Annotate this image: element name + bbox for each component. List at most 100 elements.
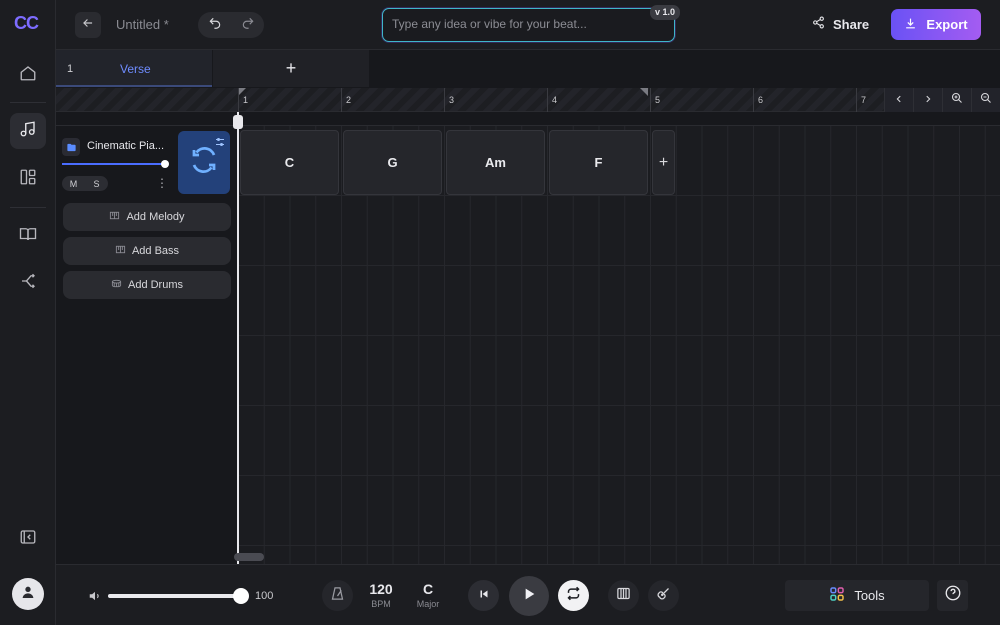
master-volume-handle[interactable] xyxy=(233,588,249,604)
collapse-icon xyxy=(19,528,37,551)
scroll-left-button[interactable] xyxy=(884,88,913,112)
mute-solo-group: M S xyxy=(62,176,108,191)
track-volume-slider[interactable] xyxy=(62,163,166,165)
undo-icon xyxy=(208,16,222,35)
undo-button[interactable] xyxy=(198,12,231,38)
add-chord-button[interactable]: + xyxy=(652,130,675,195)
timeline-ruler[interactable]: 1 2 3 4 5 6 7 xyxy=(56,88,1000,112)
guitar-button[interactable] xyxy=(648,580,679,611)
key-display[interactable]: C Major xyxy=(410,581,446,609)
bar-number: 7 xyxy=(861,95,867,105)
share-label: Share xyxy=(833,16,870,32)
bar-number: 3 xyxy=(449,95,455,105)
top-bar: Untitled * v 1.0 Share xyxy=(56,0,1000,50)
key-label: Major xyxy=(416,599,440,609)
zoom-out-icon xyxy=(980,91,992,109)
bar-marker: 4 xyxy=(547,88,557,112)
tools-button[interactable]: Tools xyxy=(785,580,929,611)
chord-block[interactable]: F xyxy=(549,130,648,195)
help-button[interactable] xyxy=(937,580,968,611)
add-section-button[interactable]: + xyxy=(213,50,369,87)
project-title[interactable]: Untitled * xyxy=(116,17,169,32)
chevron-right-icon xyxy=(923,91,933,109)
branch-icon xyxy=(19,272,37,295)
playhead[interactable] xyxy=(237,112,239,564)
add-drums-label: Add Drums xyxy=(127,279,184,291)
bar-number: 1 xyxy=(243,95,249,105)
avatar[interactable] xyxy=(12,578,44,610)
left-rail: CC xyxy=(0,0,56,625)
share-icon xyxy=(812,16,825,32)
track-volume-handle[interactable] xyxy=(161,160,169,168)
chevron-left-icon xyxy=(894,91,904,109)
play-icon xyxy=(521,586,537,607)
loop-icon xyxy=(566,586,581,606)
bar-number: 4 xyxy=(552,95,558,105)
sliders-icon[interactable] xyxy=(214,135,226,153)
bar-number: 6 xyxy=(758,95,764,105)
zoom-out-button[interactable] xyxy=(971,88,1000,112)
layout-button[interactable] xyxy=(10,161,46,197)
app-logo[interactable]: CC xyxy=(14,13,39,34)
piano-icon xyxy=(109,210,120,224)
play-button[interactable] xyxy=(509,576,549,616)
metronome-button[interactable] xyxy=(322,580,353,611)
chord-block[interactable]: C xyxy=(240,130,339,195)
chord-block[interactable]: G xyxy=(343,130,442,195)
piano-roll-button[interactable] xyxy=(608,580,639,611)
timeline-nav xyxy=(884,88,1000,112)
track-menu-button[interactable]: ⋮ xyxy=(156,176,168,190)
bar-marker: 1 xyxy=(238,88,248,112)
collapse-sidebar-button[interactable] xyxy=(10,521,46,557)
bar-marker: 3 xyxy=(444,88,454,112)
add-melody-label: Add Melody xyxy=(126,211,185,223)
loop-button[interactable] xyxy=(558,580,589,611)
section-tab-verse[interactable]: 1 Verse xyxy=(56,50,212,87)
tools-label: Tools xyxy=(854,588,885,603)
regenerate-button[interactable] xyxy=(178,131,230,194)
scroll-right-button[interactable] xyxy=(913,88,942,112)
zoom-in-icon xyxy=(951,91,963,109)
export-button[interactable]: Export xyxy=(891,9,981,40)
add-drums-button[interactable]: Add Drums xyxy=(63,271,231,299)
zoom-in-button[interactable] xyxy=(942,88,971,112)
learn-button[interactable] xyxy=(10,218,46,254)
rail-divider xyxy=(10,102,46,103)
redo-button[interactable] xyxy=(231,12,264,38)
speaker-icon[interactable] xyxy=(88,589,102,608)
master-volume-slider[interactable] xyxy=(108,594,242,598)
back-button[interactable] xyxy=(75,12,101,38)
bpm-label: BPM xyxy=(371,599,391,609)
download-icon xyxy=(904,17,917,33)
beat-prompt-box xyxy=(382,8,675,42)
chord-block[interactable]: Am xyxy=(446,130,545,195)
home-button[interactable] xyxy=(10,57,46,93)
branch-button[interactable] xyxy=(10,265,46,301)
arrow-left-icon xyxy=(81,16,95,35)
track-header: Cinematic Pia... M S ⋮ xyxy=(62,132,180,192)
horizontal-scrollbar[interactable] xyxy=(234,553,264,561)
music-button[interactable] xyxy=(10,113,46,149)
version-badge: v 1.0 xyxy=(650,5,681,20)
loop-region-row[interactable] xyxy=(56,112,1000,126)
redo-icon xyxy=(241,16,255,35)
app: CC Untitled * Type any idea or vibe for … xyxy=(0,0,1000,625)
add-melody-button[interactable]: Add Melody xyxy=(63,203,231,231)
bar-number: 2 xyxy=(346,95,352,105)
bar-marker: 7 xyxy=(856,88,866,112)
beat-prompt-input[interactable] xyxy=(392,17,642,31)
skip-back-button[interactable] xyxy=(468,580,499,611)
home-icon xyxy=(19,64,37,87)
loop-end-marker[interactable] xyxy=(640,88,648,96)
section-number: 1 xyxy=(67,63,74,75)
share-button[interactable]: Share xyxy=(812,16,869,32)
instrument-folder-icon xyxy=(62,138,80,156)
playhead-handle[interactable] xyxy=(233,115,243,129)
instrument-name[interactable]: Cinematic Pia... xyxy=(87,140,171,152)
solo-button[interactable]: S xyxy=(85,176,108,191)
add-bass-button[interactable]: Add Bass xyxy=(63,237,231,265)
bpm-display[interactable]: 120 BPM xyxy=(363,581,399,609)
undo-redo-group xyxy=(198,12,264,38)
mute-button[interactable]: M xyxy=(62,176,85,191)
bar-marker: 6 xyxy=(753,88,763,112)
